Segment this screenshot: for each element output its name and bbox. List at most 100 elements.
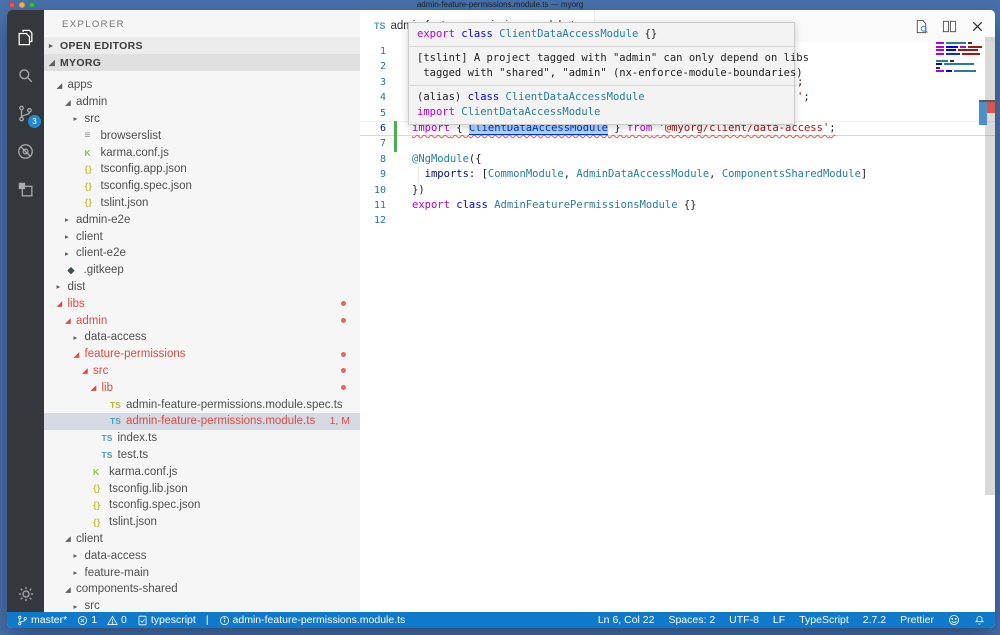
code-line-10[interactable]: 10}) [360,183,995,198]
tree-item-label: index.ts [118,432,158,444]
debug-icon[interactable] [7,134,44,168]
explorer-sidebar: EXPLORER ▸ OPEN EDITORS ◢ MYORG ◢apps◢ad… [44,10,360,612]
tree-item-src[interactable]: ▸src [44,111,360,128]
scm-badge: 3 [28,115,41,128]
tree-item-label: data-access [85,331,147,343]
tree-item-client[interactable]: ◢client [44,531,360,548]
json-file-icon: {} [93,500,109,511]
open-editors-section[interactable]: ▸ OPEN EDITORS [44,37,360,54]
tree-item-tsconfig.spec.json[interactable]: {}tsconfig.spec.json [44,178,360,195]
tree-item-lib[interactable]: ◢lib [44,379,360,396]
tree-item-tslint.json[interactable]: {}tslint.json [44,514,360,531]
expanded-arrow-icon: ◢ [65,316,76,325]
tree-item-data-access[interactable]: ▸data-access [44,547,360,564]
expanded-arrow-icon: ◢ [49,58,60,67]
collapsed-arrow-icon: ▸ [74,551,85,560]
status-spaces-2[interactable]: Spaces: 2 [668,614,715,626]
tree-item-label: dist [68,281,86,293]
status-branch[interactable]: master* [17,614,67,626]
window-title: admin-feature-permissions.module.ts — my… [0,0,1000,10]
tree-item-label: test.ts [118,449,149,461]
tree-item-label: .gitkeep [84,264,124,276]
tree-item-client[interactable]: ▸client [44,228,360,245]
tree-item-index.ts[interactable]: TSindex.ts [44,430,360,447]
minimap[interactable] [936,42,984,74]
status-2-7-2[interactable]: 2.7.2 [863,614,886,626]
open-editors-label: OPEN EDITORS [60,40,143,52]
tree-item-admin-feature-permissions.module.ts[interactable]: TSadmin-feature-permissions.module.ts1, … [44,413,360,430]
line-number: 8 [360,152,386,167]
expanded-arrow-icon: ◢ [57,299,68,308]
tree-item-apps[interactable]: ◢apps [44,77,360,94]
tree-item-tsconfig.lib.json[interactable]: {}tsconfig.lib.json [44,480,360,497]
modified-dot-icon [341,301,346,306]
split-editor-icon[interactable] [941,18,957,34]
status-tslint[interactable]: typescript [137,614,196,626]
tree-item-components-shared[interactable]: ◢components-shared [44,581,360,598]
tree-item-label: client [76,533,103,545]
tree-item-src[interactable]: ▸src [44,598,360,612]
tree-item-label: admin-e2e [76,214,130,226]
branch-icon [17,615,28,626]
tree-item-client-e2e[interactable]: ▸client-e2e [44,245,360,262]
tree-item-label: client [76,231,103,243]
tree-item-data-access[interactable]: ▸data-access [44,329,360,346]
bell-icon [974,615,985,626]
status-warning[interactable]: 0 [107,614,127,626]
tree-item-karma.conf.js[interactable]: Kkarma.conf.js [44,144,360,161]
line-number: 12 [360,213,386,228]
tree-item-test.ts[interactable]: TStest.ts [44,447,360,464]
status-error[interactable]: 1 [77,614,97,626]
git-file-icon: ◆ [68,265,84,276]
status-info[interactable]: admin-feature-permissions.module.ts [219,614,406,626]
collapsed-arrow-icon: ▸ [57,282,68,291]
code-line-12[interactable]: 12 [360,213,995,228]
tree-item-.gitkeep[interactable]: ◆.gitkeep [44,262,360,279]
tree-item-libs[interactable]: ◢libs [44,295,360,312]
status-utf-8[interactable]: UTF-8 [729,614,759,626]
status-ln-6-col-22[interactable]: Ln 6, Col 22 [598,614,655,626]
tree-item-tsconfig.app.json[interactable]: {}tsconfig.app.json [44,161,360,178]
settings-gear-icon[interactable] [7,577,44,611]
tree-item-feature-permissions[interactable]: ◢feature-permissions [44,346,360,363]
workspace-root-section[interactable]: ◢ MYORG [44,54,360,71]
code-line-7[interactable]: 7 [360,136,995,151]
search-icon[interactable] [7,58,44,92]
k-file-icon: K [93,467,109,477]
tree-item-label: src [93,365,108,377]
tree-item-tsconfig.spec.json[interactable]: {}tsconfig.spec.json [44,497,360,514]
json-file-icon: {} [85,164,101,175]
status-typescript[interactable]: TypeScript [799,614,849,626]
open-changes-icon[interactable] [913,18,929,34]
tree-item-dist[interactable]: ▸dist [44,279,360,296]
expanded-arrow-icon: ◢ [65,534,76,543]
line-number: 4 [360,90,386,105]
tree-item-label: tsconfig.spec.json [109,499,200,511]
explorer-icon[interactable] [7,20,44,54]
status-lf[interactable]: LF [773,614,785,626]
close-icon[interactable] [969,18,985,34]
tree-item-browserslist[interactable]: ≡browserslist [44,127,360,144]
status-bell[interactable] [974,614,985,626]
tree-item-src[interactable]: ◢src [44,363,360,380]
tree-item-admin-e2e[interactable]: ▸admin-e2e [44,211,360,228]
tree-item-label: browserslist [101,130,162,142]
source-control-icon[interactable]: 3 [7,96,44,130]
tree-item-karma.conf.js[interactable]: Kkarma.conf.js [44,463,360,480]
code-line-8[interactable]: 8@NgModule({ [360,152,995,167]
tree-item-feature-main[interactable]: ▸feature-main [44,564,360,581]
tree-item-admin[interactable]: ◢admin [44,312,360,329]
status-feedback[interactable] [948,614,960,626]
sidebar-title: EXPLORER [44,10,360,37]
ts-yellow-file-icon: TS [110,400,126,410]
code-line-9[interactable]: 9 imports: [CommonModule, AdminDataAcces… [360,167,995,182]
hover-section-2: [tslint] A project tagged with "admin" c… [409,46,794,85]
list-file-icon: ≡ [85,130,101,141]
code-line-11[interactable]: 11export class AdminFeaturePermissionsMo… [360,198,995,213]
extensions-icon[interactable] [7,172,44,206]
status-prettier[interactable]: Prettier [900,614,934,626]
warning-icon [107,615,118,626]
tree-item-admin[interactable]: ◢admin [44,94,360,111]
tree-item-admin-feature-permissions.module.spec.ts[interactable]: TSadmin-feature-permissions.module.spec.… [44,396,360,413]
tree-item-tslint.json[interactable]: {}tslint.json [44,195,360,212]
